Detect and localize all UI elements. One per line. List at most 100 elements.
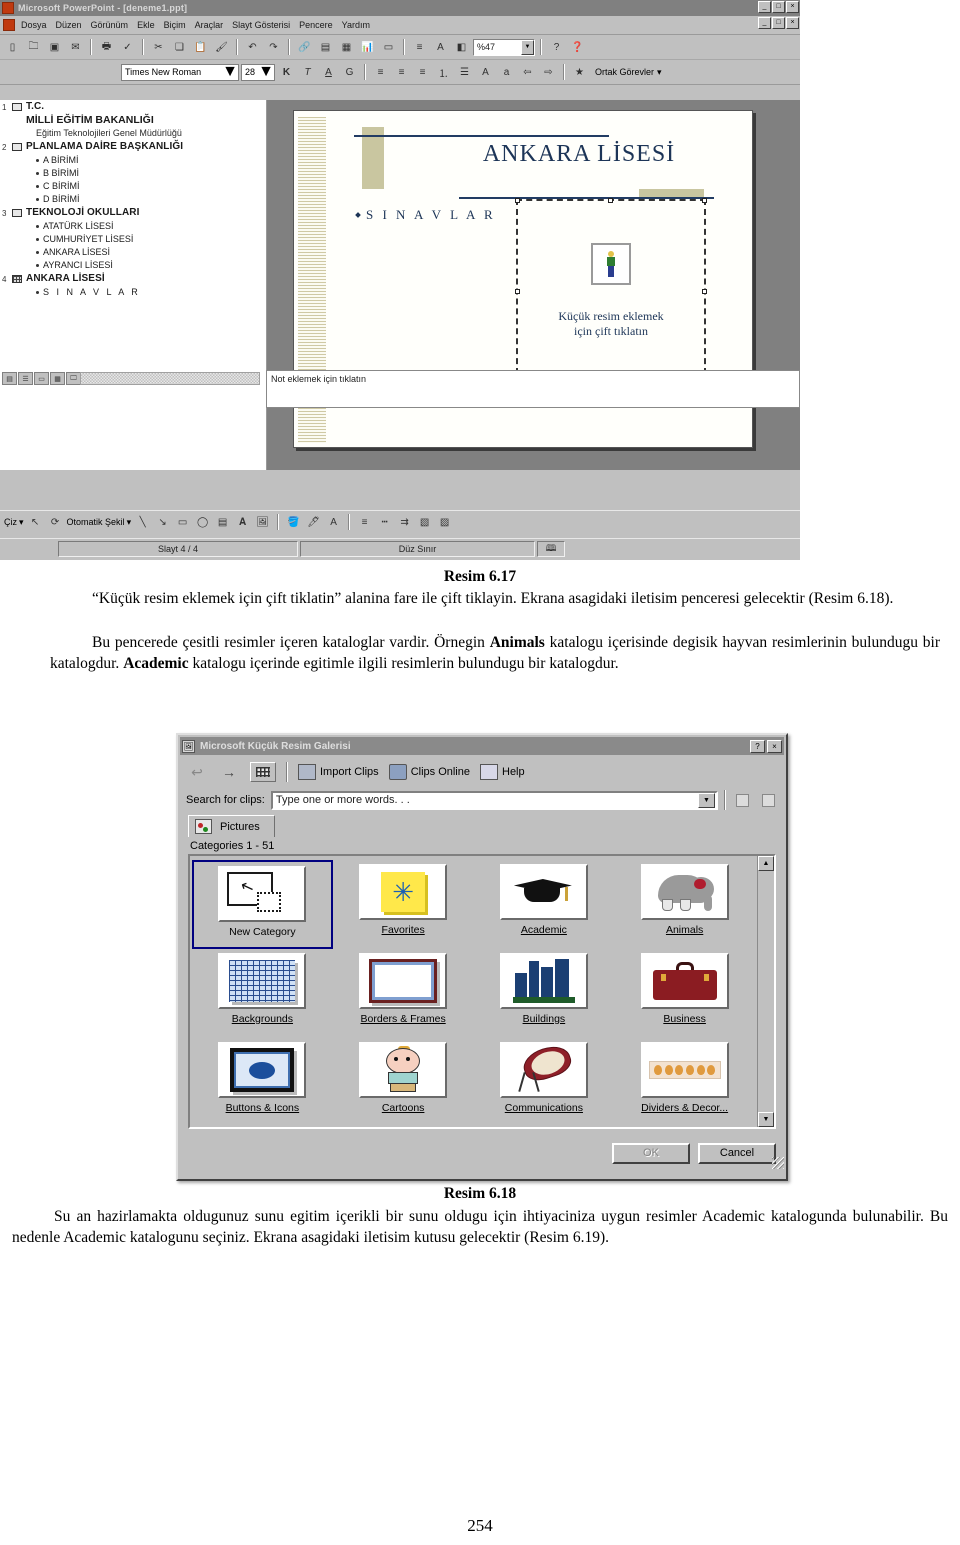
tab-pictures[interactable]: Pictures <box>188 815 275 837</box>
dash-style-icon[interactable]: ┅ <box>376 514 393 531</box>
category-backgrounds[interactable]: Backgrounds <box>192 949 333 1038</box>
menu-slayt-gosterisi[interactable]: Slayt Gösterisi <box>232 20 290 30</box>
outline-row[interactable]: MİLLİ EĞİTİM BAKANLIĞI <box>0 114 266 127</box>
help-button[interactable]: ? <box>750 739 765 753</box>
line-style-icon[interactable]: ≡ <box>356 514 373 531</box>
categories-scrollbar[interactable]: ▲ ▼ <box>757 856 774 1127</box>
clipart-placeholder[interactable]: Küçük resim eklemek için çift tıklatın <box>515 198 707 385</box>
resize-grip-icon[interactable] <box>772 1157 784 1169</box>
outline-row[interactable]: 2 PLANLAMA DAİRE BAŞKANLIĞI <box>0 140 266 154</box>
select-arrow-icon[interactable]: ↖ <box>27 514 44 531</box>
outline-row[interactable]: S I N A V L A R <box>0 286 266 299</box>
maximize-button[interactable]: □ <box>772 1 785 13</box>
font-size-combo[interactable]: 28 ▼ <box>241 63 275 81</box>
cut-icon[interactable]: ✂ <box>149 37 168 57</box>
fill-color-icon[interactable]: 🪣 <box>285 514 302 531</box>
category-new-category[interactable]: ↖ New Category <box>192 860 333 949</box>
notes-pane[interactable]: Not eklemek için tıklatın <box>266 370 800 408</box>
insert-chart-icon[interactable]: 📊 <box>358 37 377 57</box>
autoshape-menu-button[interactable]: Otomatik Şekil ▾ <box>67 517 132 528</box>
outline-row[interactable]: 3 TEKNOLOJİ OKULLARI <box>0 206 266 220</box>
common-tasks-button[interactable]: Ortak Görevler ▾ <box>595 67 662 78</box>
open-folder-icon[interactable]: 🗀 <box>24 37 43 57</box>
redo-icon[interactable]: ↷ <box>264 37 283 57</box>
outline-row[interactable]: ANKARA LİSESİ <box>0 246 266 259</box>
arrow-icon[interactable]: ↘ <box>154 514 171 531</box>
normal-view-button[interactable]: ▤ <box>2 372 17 385</box>
search-input[interactable]: Type one or more words. . . ▼ <box>270 790 718 810</box>
bold-icon[interactable]: K <box>277 62 296 82</box>
category-favorites[interactable]: ✳ Favorites <box>333 860 474 949</box>
line-icon[interactable]: ╲ <box>134 514 151 531</box>
resize-handle[interactable] <box>702 288 707 294</box>
insert-table-icon[interactable]: ▤ <box>316 37 335 57</box>
copy-clip-button[interactable] <box>732 790 752 810</box>
resize-handle[interactable] <box>515 288 520 294</box>
close-button[interactable]: × <box>767 739 782 753</box>
slide-sorter-view-button[interactable]: ▦ <box>50 372 65 385</box>
save-icon[interactable]: ▣ <box>45 37 64 57</box>
close-button[interactable]: × <box>786 1 799 13</box>
print-icon[interactable]: 🖶 <box>97 37 116 57</box>
cancel-button[interactable]: Cancel <box>698 1142 776 1164</box>
menu-araclar[interactable]: Araçlar <box>195 20 224 30</box>
hyperlink-icon[interactable]: 🔗 <box>295 37 314 57</box>
help-pointer-icon[interactable]: ❓ <box>568 37 587 57</box>
menu-pencere[interactable]: Pencere <box>299 20 333 30</box>
outline-view-button[interactable]: ☰ <box>18 372 33 385</box>
category-academic[interactable]: Academic <box>474 860 615 949</box>
wordart-icon[interactable]: 𝐀 <box>234 514 251 531</box>
category-buttons-icons[interactable]: Buttons & Icons <box>192 1038 333 1127</box>
doc-restore-button[interactable]: □ <box>772 17 785 29</box>
all-categories-icon[interactable] <box>250 762 276 782</box>
align-center-icon[interactable]: ≡ <box>392 62 411 82</box>
chevron-down-icon[interactable]: ▼ <box>222 63 238 81</box>
outline-row-current[interactable]: 4 ANKARA LİSESİ <box>0 272 266 286</box>
category-communications[interactable]: Communications <box>474 1038 615 1127</box>
spellcheck-icon[interactable]: ✓ <box>118 37 137 57</box>
category-cartoons[interactable]: Cartoons <box>333 1038 474 1127</box>
chevron-down-icon[interactable]: ▼ <box>258 63 274 81</box>
outline-row[interactable]: AYRANCI LİSESİ <box>0 259 266 272</box>
category-borders-frames[interactable]: Borders & Frames <box>333 949 474 1038</box>
grayscale-icon[interactable]: ◧ <box>452 37 471 57</box>
menu-bicim[interactable]: Biçim <box>164 20 186 30</box>
oval-icon[interactable]: ◯ <box>194 514 211 531</box>
rectangle-icon[interactable]: ▭ <box>174 514 191 531</box>
slide-bullet-text[interactable]: S I N A V L A R <box>355 207 496 223</box>
resize-handle[interactable] <box>608 198 613 203</box>
category-buildings[interactable]: Buildings <box>474 949 615 1038</box>
shadow-icon[interactable]: G <box>340 62 359 82</box>
new-file-icon[interactable]: ▯ <box>3 37 22 57</box>
scroll-down-arrow-icon[interactable]: ▼ <box>758 1112 774 1127</box>
help-button-toolbar[interactable]: Help <box>480 764 525 780</box>
zoom-combo[interactable]: %47 ▼ <box>473 38 535 56</box>
ok-button[interactable]: OK <box>612 1142 690 1164</box>
minimize-button[interactable]: _ <box>758 1 771 13</box>
office-assistant-icon[interactable]: ? <box>547 37 566 57</box>
outline-row[interactable]: Eğitim Teknolojileri Genel Müdürlüğü <box>0 127 266 140</box>
menu-gorunum[interactable]: Görünüm <box>91 20 129 30</box>
decrease-font-icon[interactable]: a <box>497 62 516 82</box>
mail-icon[interactable]: ✉ <box>66 37 85 57</box>
promote-icon[interactable]: ⇦ <box>518 62 537 82</box>
category-business[interactable]: Business <box>614 949 755 1038</box>
outline-pane[interactable]: 1 T.C. MİLLİ EĞİTİM BAKANLIĞI Eğitim Tek… <box>0 100 267 470</box>
align-right-icon[interactable]: ≡ <box>413 62 432 82</box>
outline-row[interactable]: 1 T.C. <box>0 100 266 114</box>
chevron-down-icon[interactable]: ▼ <box>521 39 534 55</box>
underline-icon[interactable]: A <box>319 62 338 82</box>
numbered-list-icon[interactable]: ⒈ <box>434 62 453 82</box>
draw-menu-button[interactable]: Çiz ▾ <box>4 517 24 528</box>
slide-pane[interactable]: ANKARA LİSESİ S I N A V L A R Küçük resi… <box>267 100 800 470</box>
outline-row[interactable]: ATATÜRK LİSESİ <box>0 220 266 233</box>
3d-style-icon[interactable]: ▨ <box>436 514 453 531</box>
chevron-down-icon[interactable]: ▼ <box>698 792 715 808</box>
copy-icon[interactable]: ❏ <box>170 37 189 57</box>
menu-duzen[interactable]: Düzen <box>56 20 82 30</box>
new-slide-icon[interactable]: ▭ <box>379 37 398 57</box>
forward-arrow-icon[interactable]: → <box>218 762 240 782</box>
slide-title[interactable]: ANKARA LİSESİ <box>414 141 744 168</box>
menu-dosya[interactable]: Dosya <box>21 20 47 30</box>
category-dividers-decor[interactable]: Dividers & Decor... <box>614 1038 755 1127</box>
